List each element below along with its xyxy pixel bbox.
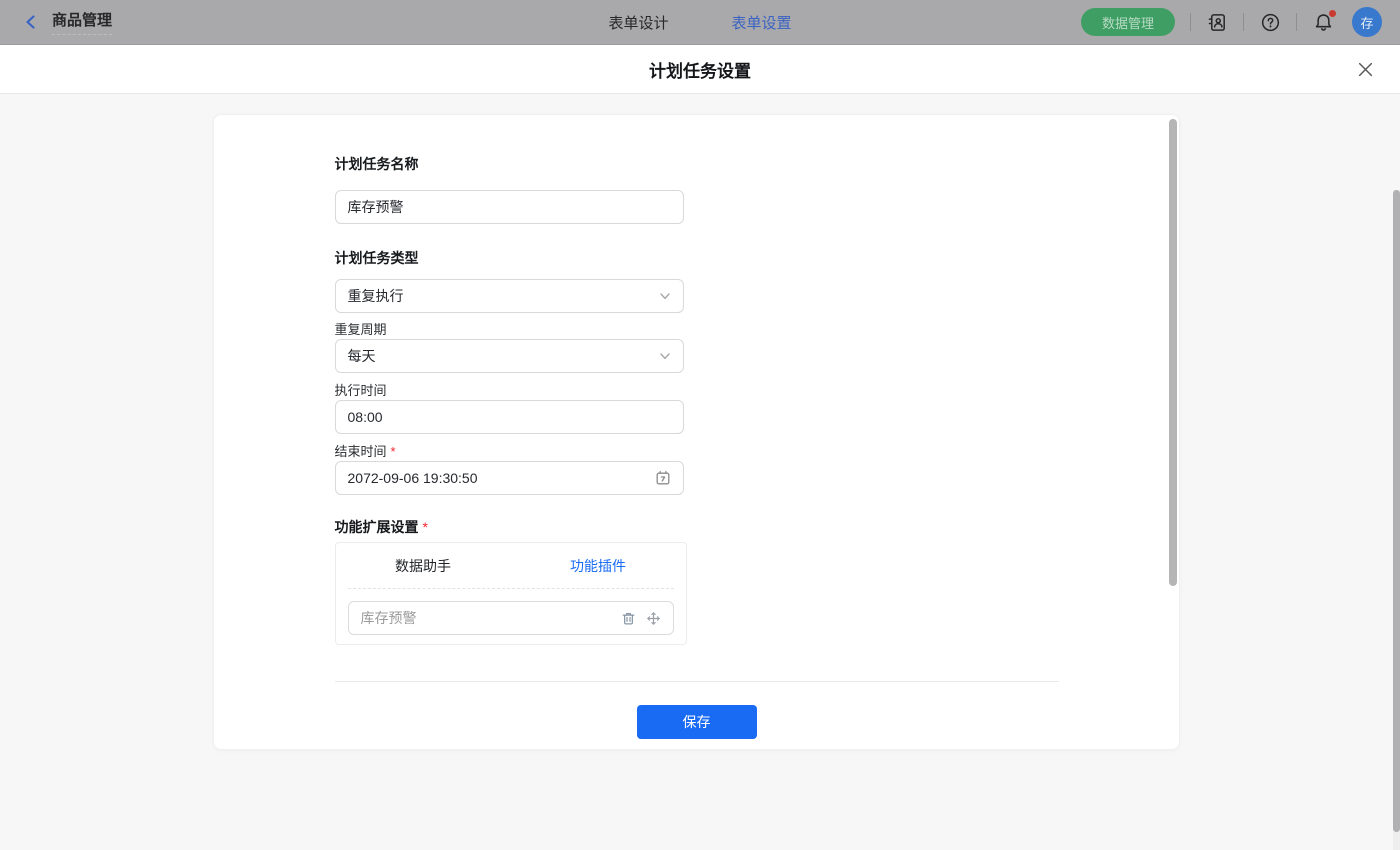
footer-divider: [335, 681, 1059, 682]
end-time-picker[interactable]: 2072-09-06 19:30:50: [335, 461, 684, 495]
app-title[interactable]: 商品管理: [52, 9, 112, 35]
notification-dot: [1329, 10, 1336, 17]
task-name-label: 计划任务名称: [335, 154, 1059, 174]
tab-function-plugin[interactable]: 功能插件: [511, 543, 686, 588]
help-icon[interactable]: [1259, 11, 1281, 33]
repeat-cycle-select[interactable]: 每天: [335, 339, 684, 373]
window-scrollbar-track[interactable]: [1393, 190, 1400, 850]
modal-title: 计划任务设置: [649, 57, 751, 82]
calendar-icon: [655, 470, 671, 486]
data-manage-button[interactable]: 数据管理: [1081, 8, 1175, 36]
exec-time-input[interactable]: [335, 400, 684, 434]
save-button[interactable]: 保存: [637, 705, 757, 739]
plugin-item[interactable]: 库存预警: [348, 601, 674, 635]
avatar[interactable]: 存: [1352, 7, 1382, 37]
end-time-label: 结束时间*: [335, 443, 1059, 461]
divider: [1296, 13, 1297, 31]
tab-data-assistant[interactable]: 数据助手: [336, 543, 511, 588]
top-bar: 商品管理 表单设计 表单设置 数据管理: [0, 0, 1400, 45]
exec-time-label: 执行时间: [335, 382, 1059, 400]
repeat-cycle-label: 重复周期: [335, 321, 1059, 339]
modal-body: 计划任务名称 计划任务类型 重复执行 重复周期 每天 执行时间 结束时间* 20…: [0, 95, 1400, 755]
required-asterisk: *: [391, 444, 396, 459]
extension-panel: 数据助手 功能插件 库存预警: [335, 542, 687, 645]
required-asterisk: *: [423, 519, 428, 535]
extension-tabs: 数据助手 功能插件: [336, 543, 686, 588]
chevron-down-icon: [659, 350, 671, 362]
repeat-cycle-value: 每天: [348, 346, 376, 366]
tab-form-design[interactable]: 表单设计: [608, 12, 668, 33]
task-name-input[interactable]: [335, 190, 684, 224]
divider: [1190, 13, 1191, 31]
close-icon[interactable]: [1356, 60, 1374, 78]
extension-label: 功能扩展设置*: [335, 517, 1059, 537]
tab-form-settings[interactable]: 表单设置: [732, 12, 792, 33]
delete-icon[interactable]: [620, 609, 638, 627]
move-handle-icon[interactable]: [645, 609, 663, 627]
window-scrollbar-thumb[interactable]: [1393, 190, 1400, 832]
back-chevron-icon[interactable]: [20, 11, 42, 33]
task-type-label: 计划任务类型: [335, 248, 1059, 268]
back-group[interactable]: 商品管理: [0, 9, 112, 35]
modal-header: 计划任务设置: [0, 45, 1400, 94]
chevron-down-icon: [659, 290, 671, 302]
task-type-value: 重复执行: [348, 286, 404, 306]
card-scrollbar-thumb[interactable]: [1169, 119, 1177, 586]
divider: [1243, 13, 1244, 31]
dashed-divider: [348, 588, 674, 589]
settings-card: 计划任务名称 计划任务类型 重复执行 重复周期 每天 执行时间 结束时间* 20…: [213, 114, 1180, 750]
topbar-actions: 数据管理 存: [1081, 7, 1400, 37]
contacts-icon[interactable]: [1206, 11, 1228, 33]
notification-bell-icon[interactable]: [1312, 11, 1334, 33]
task-type-select[interactable]: 重复执行: [335, 279, 684, 313]
end-time-value: 2072-09-06 19:30:50: [348, 470, 478, 486]
task-settings-form: 计划任务名称 计划任务类型 重复执行 重复周期 每天 执行时间 结束时间* 20…: [335, 115, 1059, 739]
plugin-item-value: 库存预警: [361, 608, 613, 628]
